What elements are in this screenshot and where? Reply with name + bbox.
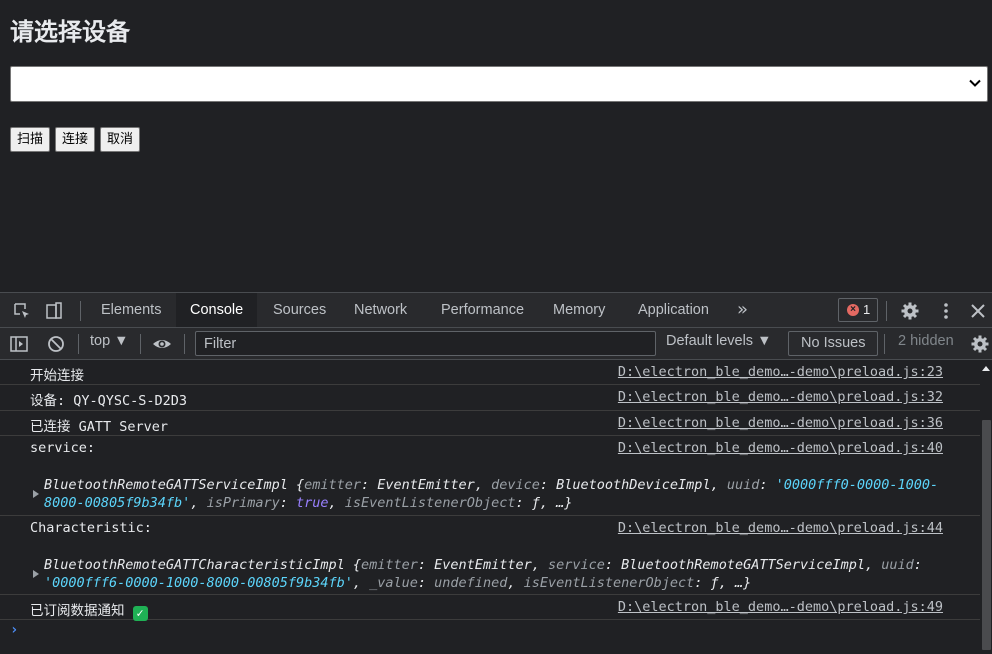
object-preview[interactable]: BluetoothRemoteGATTServiceImpl {emitter:… (44, 476, 956, 512)
expand-triangle-icon[interactable] (33, 570, 39, 578)
object-preview[interactable]: BluetoothRemoteGATTCharacteristicImpl {e… (44, 556, 956, 592)
source-link[interactable]: D:\electron_ble_demo…-demo\preload.js:40 (618, 440, 943, 456)
tab-application[interactable]: Application (638, 293, 709, 327)
console-scrollbar[interactable] (980, 360, 992, 654)
prompt-chevron-icon: › (10, 622, 19, 638)
message-text: 已订阅数据通知 ✓ (30, 599, 148, 621)
device-select[interactable] (10, 66, 988, 102)
more-tabs-icon[interactable]: » (737, 293, 748, 327)
tab-performance[interactable]: Performance (441, 293, 524, 327)
console-filter-input[interactable] (195, 331, 656, 356)
message-text: 已连接 GATT Server (30, 419, 169, 435)
inspect-element-icon[interactable] (12, 301, 32, 321)
devtools-tabbar: Elements Console Sources Network Perform… (0, 293, 992, 328)
app-page: 请选择设备 扫描 连接 取消 (0, 0, 992, 292)
message-text: service: (30, 440, 96, 456)
close-icon[interactable] (968, 301, 988, 321)
console-output: 开始连接 D:\electron_ble_demo…-demo\preload.… (0, 360, 980, 654)
tab-sources[interactable]: Sources (273, 293, 326, 327)
source-link[interactable]: D:\electron_ble_demo…-demo\preload.js:44 (618, 520, 943, 536)
console-prompt-row[interactable]: › (0, 620, 980, 650)
source-link[interactable]: D:\electron_ble_demo…-demo\preload.js:49 (618, 599, 943, 615)
tab-network[interactable]: Network (354, 293, 407, 327)
console-message: Characteristic: D:\electron_ble_demo…-de… (0, 516, 980, 595)
console-message: 已连接 GATT Server D:\electron_ble_demo…-de… (0, 411, 980, 436)
eye-icon[interactable] (152, 334, 172, 354)
chevron-down-icon (969, 79, 981, 87)
more-options-icon[interactable] (936, 301, 956, 321)
error-count: 1 (863, 302, 871, 317)
error-icon: × (847, 304, 859, 316)
expand-triangle-icon[interactable] (33, 490, 39, 498)
toolbar-divider (184, 334, 185, 354)
message-text: Characteristic: (30, 520, 152, 536)
console-message: 设备: QY-QYSC-S-D2D3 D:\electron_ble_demo…… (0, 385, 980, 411)
page-title: 请选择设备 (10, 18, 130, 46)
message-text: 开始连接 (30, 368, 84, 384)
toolbar-divider (78, 334, 79, 354)
device-toolbar-icon[interactable] (44, 301, 64, 321)
sidebar-toggle-icon[interactable] (9, 334, 29, 354)
tab-memory[interactable]: Memory (553, 293, 605, 327)
console-message: 已订阅数据通知 ✓ D:\electron_ble_demo…-demo\prel… (0, 595, 980, 621)
scan-button[interactable]: 扫描 (10, 127, 51, 152)
console-settings-icon[interactable] (970, 334, 990, 354)
toolbar-divider (140, 334, 141, 354)
scroll-thumb[interactable] (982, 420, 991, 650)
scroll-up-icon[interactable] (982, 366, 990, 371)
issues-button[interactable]: No Issues (788, 331, 879, 356)
tabbar-divider (80, 301, 81, 321)
clear-console-icon[interactable] (46, 334, 66, 354)
console-message: service: D:\electron_ble_demo…-demo\prel… (0, 436, 980, 516)
console-toolbar: top ▼ Default levels ▼ No Issues 2 hidde… (0, 328, 992, 360)
console-message: 开始连接 D:\electron_ble_demo…-demo\preload.… (0, 360, 980, 385)
hidden-count: 2 hidden (898, 333, 954, 349)
tab-console[interactable]: Console (176, 293, 258, 327)
context-selector[interactable]: top ▼ (90, 333, 129, 349)
button-row: 扫描 连接 取消 (10, 127, 141, 152)
source-link[interactable]: D:\electron_ble_demo…-demo\preload.js:36 (618, 415, 943, 431)
connect-button[interactable]: 连接 (55, 127, 96, 152)
tab-elements[interactable]: Elements (101, 293, 161, 327)
source-link[interactable]: D:\electron_ble_demo…-demo\preload.js:23 (618, 364, 943, 380)
tabbar-divider (886, 301, 887, 321)
log-levels-dropdown[interactable]: Default levels ▼ (666, 333, 771, 349)
cancel-button[interactable]: 取消 (100, 127, 141, 152)
error-count-badge[interactable]: × 1 (838, 298, 878, 322)
source-link[interactable]: D:\electron_ble_demo…-demo\preload.js:32 (618, 389, 943, 405)
gear-icon[interactable] (900, 301, 920, 321)
devtools-panel: Elements Console Sources Network Perform… (0, 292, 992, 654)
toolbar-divider (884, 334, 885, 354)
check-mark-icon: ✓ (132, 606, 148, 621)
message-text: 设备: QY-QYSC-S-D2D3 (30, 393, 188, 409)
